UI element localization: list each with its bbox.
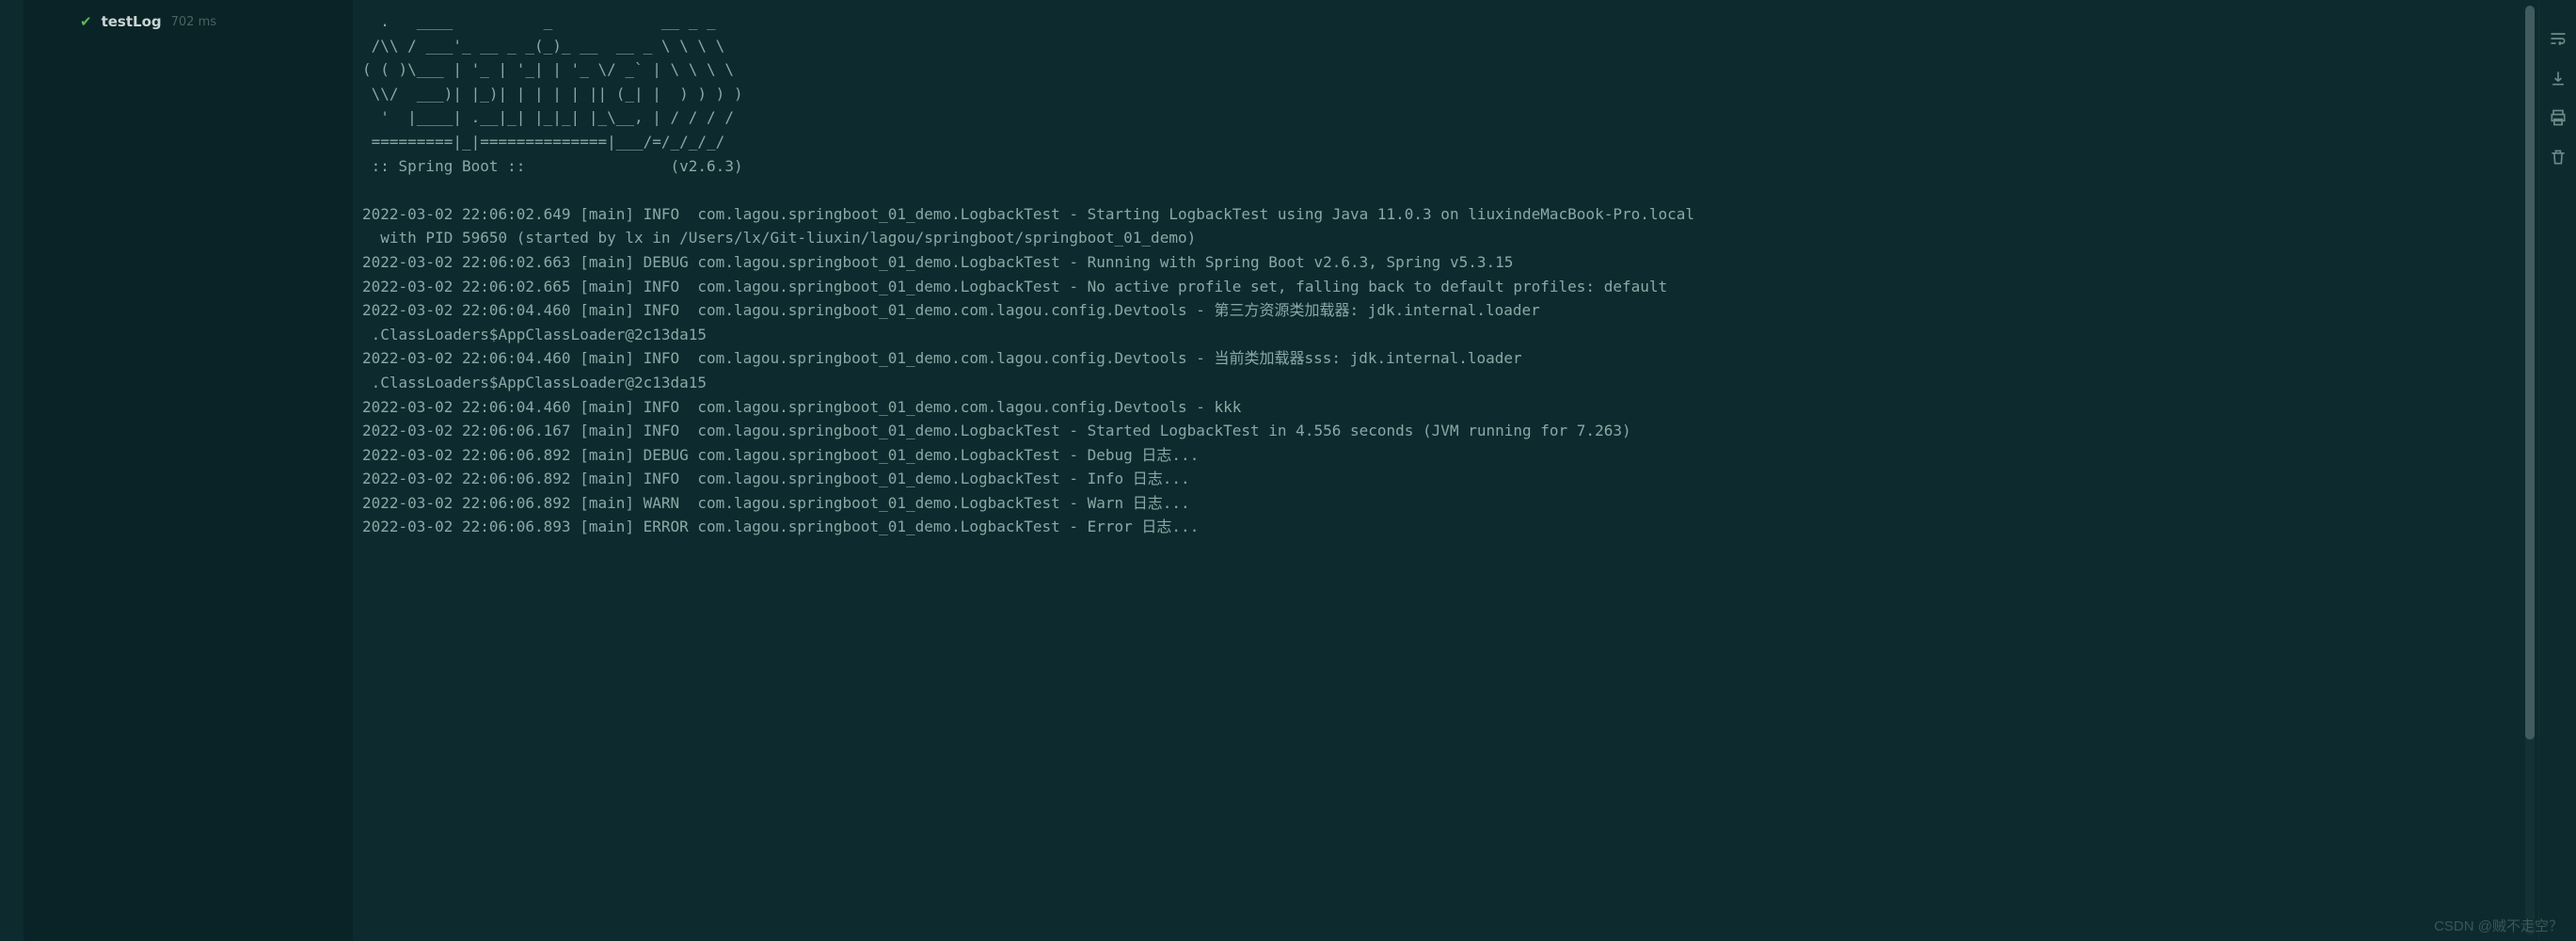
print-icon[interactable]	[2548, 107, 2568, 128]
console-text[interactable]: . ____ _ __ _ _ /\\ / ___'_ __ _ _(_)_ _…	[362, 9, 2520, 539]
test-name-label: testLog	[102, 13, 162, 30]
test-duration-label: 702 ms	[171, 15, 216, 29]
soft-wrap-icon[interactable]	[2548, 28, 2568, 49]
clear-all-icon[interactable]	[2548, 147, 2568, 167]
watermark-text: CSDN @贼不走空？	[2434, 916, 2563, 935]
left-gutter	[0, 0, 24, 941]
scrollbar-thumb[interactable]	[2525, 6, 2535, 740]
pass-icon: ✔	[80, 13, 92, 30]
test-results-panel: ✔ testLog 702 ms	[24, 0, 353, 941]
console-toolbar	[2538, 0, 2576, 941]
test-result-item[interactable]: ✔ testLog 702 ms	[24, 9, 353, 34]
scroll-to-end-icon[interactable]	[2548, 68, 2568, 88]
scrollbar-track[interactable]	[2525, 6, 2535, 935]
console-output-panel: . ____ _ __ _ _ /\\ / ___'_ __ _ _(_)_ _…	[353, 0, 2538, 941]
